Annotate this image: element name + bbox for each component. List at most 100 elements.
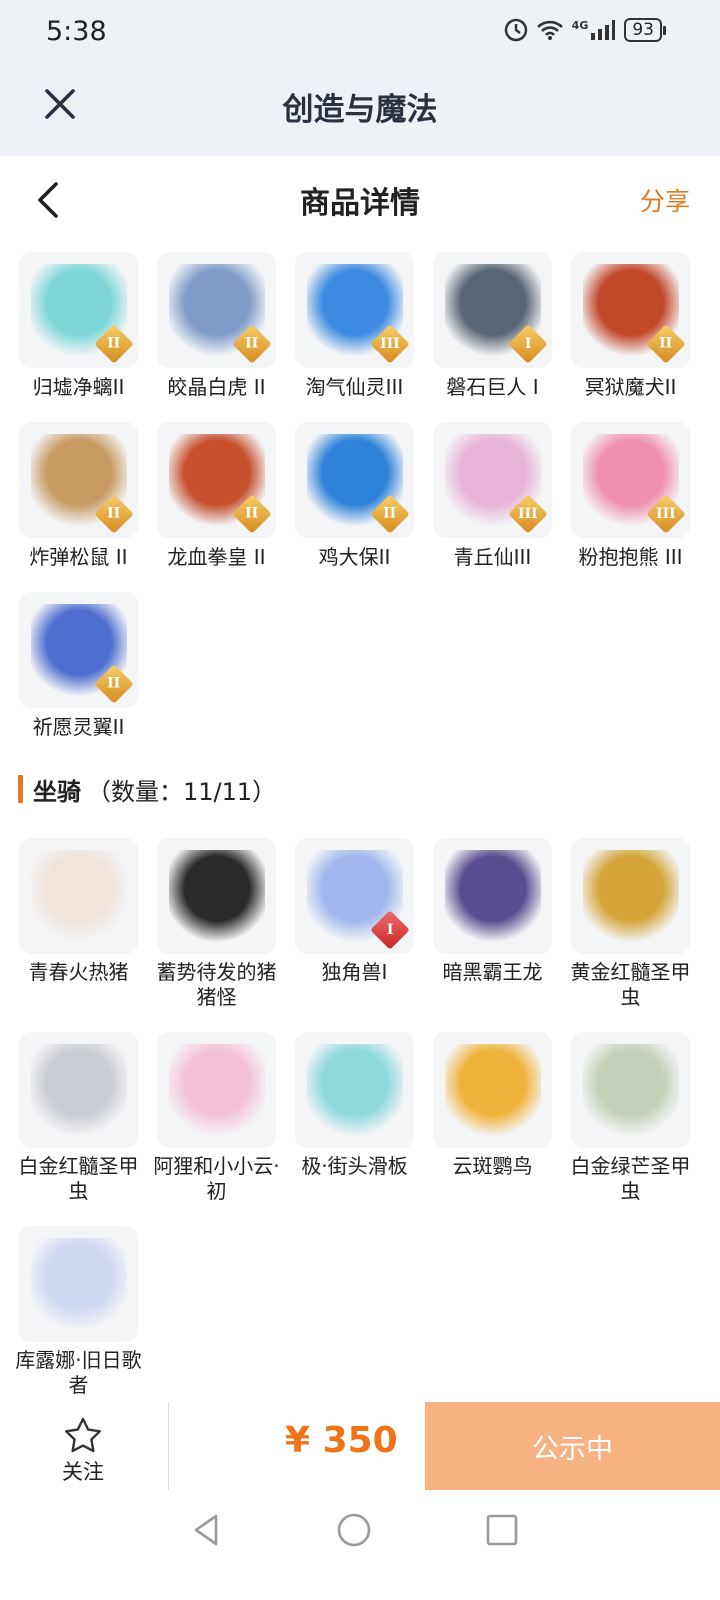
follow-button[interactable]: 关注: [44, 1416, 122, 1488]
item-artwork: [30, 1044, 127, 1136]
star-icon: [65, 1417, 101, 1453]
item-name: 青春火热猪: [28, 960, 129, 984]
item-thumbnail: I: [433, 252, 552, 368]
tier-label: II: [245, 505, 259, 522]
mounts-grid: 青春火热猪 蓄势待发的猪猪怪 I 独角兽I 暗黑霸王龙 黄金红髓圣甲虫白金红髓圣甲虫 阿狸和…: [15, 838, 709, 1398]
grid-item[interactable]: III 粉抱抱熊 III: [571, 422, 690, 570]
item-artwork: [168, 1044, 265, 1136]
item-thumbnail: III: [433, 422, 552, 538]
wifi-icon: [536, 20, 563, 40]
grid-item[interactable]: 极·街头滑板: [295, 1032, 414, 1204]
grid-item[interactable]: 白金红髓圣甲虫: [19, 1032, 139, 1204]
pets-grid: II 归墟净螭II II 皎晶白虎 II III 淘气仙灵III I 磐石巨人 I II 冥狱魔犬…: [19, 252, 709, 740]
item-artwork: [168, 850, 265, 942]
grid-item[interactable]: 云斑鹦鸟: [433, 1032, 552, 1204]
price: ¥ 350: [285, 1420, 398, 1461]
item-thumbnail: II: [19, 422, 138, 538]
system-nav-bar: [0, 1492, 720, 1600]
share-button[interactable]: 分享: [640, 182, 690, 218]
item-name: 极·街头滑板: [301, 1154, 408, 1178]
item-thumbnail: [433, 1032, 552, 1148]
item-thumbnail: II: [19, 252, 138, 368]
item-thumbnail: II: [157, 252, 276, 368]
grid-item[interactable]: 库露娜·旧日歌者: [15, 1226, 142, 1398]
item-artwork: [306, 1044, 403, 1136]
item-name: 炸弹松鼠 II: [29, 545, 128, 569]
nav-recents-icon[interactable]: [482, 1510, 522, 1550]
alarm-icon: [504, 18, 527, 42]
item-thumbnail: III: [571, 422, 690, 538]
bottom-bar: 关注 ¥ 350 公示中: [0, 1400, 720, 1492]
grid-item[interactable]: II 归墟净螭II: [19, 252, 138, 400]
grid-item[interactable]: 阿狸和小小云·初: [153, 1032, 280, 1204]
grid-item[interactable]: II 冥狱魔犬II: [571, 252, 690, 400]
item-thumbnail: [157, 838, 276, 954]
item-name: 冥狱魔犬II: [584, 375, 677, 399]
network-type: 4G: [571, 18, 589, 32]
grid-item[interactable]: I 磐石巨人 I: [433, 252, 552, 400]
item-artwork: [30, 1238, 127, 1330]
item-artwork: [582, 1044, 679, 1136]
item-thumbnail: III: [295, 252, 414, 368]
grid-item[interactable]: 蓄势待发的猪猪怪: [157, 838, 277, 1010]
item-thumbnail: II: [295, 422, 414, 538]
grid-item[interactable]: I 独角兽I: [295, 838, 414, 1010]
section-count: （数量：11/11）: [87, 777, 277, 806]
item-thumbnail: II: [571, 252, 690, 368]
tier-label: I: [524, 336, 532, 352]
item-name: 青丘仙III: [453, 545, 532, 569]
tier-label: III: [380, 336, 400, 352]
tier-label: I: [386, 922, 394, 938]
item-artwork: [444, 850, 541, 942]
section-label: 坐骑: [33, 777, 81, 806]
item-name: 归墟净螭II: [32, 375, 125, 399]
item-name: 黄金红髓圣甲虫: [570, 960, 691, 1009]
item-artwork: [30, 850, 127, 942]
item-name: 龙血拳皇 II: [167, 545, 266, 569]
item-name: 淘气仙灵III: [305, 375, 404, 399]
item-name: 白金绿芒圣甲虫: [570, 1154, 691, 1203]
grid-item[interactable]: II 皎晶白虎 II: [157, 252, 276, 400]
grid-item[interactable]: III 淘气仙灵III: [295, 252, 414, 400]
page-title: 商品详情: [300, 186, 420, 221]
grid-item[interactable]: II 祈愿灵翼II: [19, 592, 138, 740]
tier-label: II: [107, 505, 121, 522]
grid-item[interactable]: II 鸡大保II: [295, 422, 414, 570]
item-name: 独角兽I: [321, 960, 388, 984]
item-name: 阿狸和小小云·初: [153, 1154, 280, 1203]
item-thumbnail: [157, 1032, 276, 1148]
tier-label: III: [656, 506, 676, 522]
item-thumbnail: [19, 1226, 138, 1342]
status-time: 5:38: [46, 16, 107, 47]
nav-back-icon[interactable]: [186, 1510, 226, 1550]
grid-item[interactable]: 青春火热猪: [19, 838, 138, 1010]
item-name: 白金红髓圣甲虫: [18, 1154, 139, 1203]
item-name: 皎晶白虎 II: [167, 375, 266, 399]
grid-item[interactable]: II 龙血拳皇 II: [157, 422, 276, 570]
grid-item[interactable]: II 炸弹松鼠 II: [19, 422, 138, 570]
app-header: 创造与魔法: [0, 64, 720, 156]
tier-label: II: [659, 335, 673, 352]
tier-label: III: [518, 506, 538, 522]
public-notice-button[interactable]: 公示中: [425, 1402, 720, 1490]
signal-icon: [591, 20, 616, 40]
item-name: 蓄势待发的猪猪怪: [156, 960, 277, 1009]
divider: [168, 1402, 169, 1490]
grid-item[interactable]: 暗黑霸王龙: [433, 838, 552, 1010]
follow-label: 关注: [62, 1460, 104, 1484]
section-accent-bar: [18, 775, 23, 803]
item-thumbnail: [19, 1032, 138, 1148]
nav-home-icon[interactable]: [334, 1510, 374, 1550]
item-thumbnail: [295, 1032, 414, 1148]
grid-item[interactable]: III 青丘仙III: [433, 422, 552, 570]
grid-item[interactable]: 白金绿芒圣甲虫: [571, 1032, 691, 1204]
item-name: 库露娜·旧日歌者: [15, 1348, 142, 1397]
app-title: 创造与魔法: [282, 92, 438, 128]
item-thumbnail: [433, 838, 552, 954]
mounts-section-title: 坐骑 （数量：11/11）: [18, 772, 276, 806]
grid-item[interactable]: 黄金红髓圣甲虫: [571, 838, 691, 1010]
page-header: 商品详情 分享: [0, 156, 720, 246]
tier-label: II: [383, 505, 397, 522]
item-thumbnail: I: [295, 838, 414, 954]
battery-indicator: 93: [624, 18, 666, 42]
